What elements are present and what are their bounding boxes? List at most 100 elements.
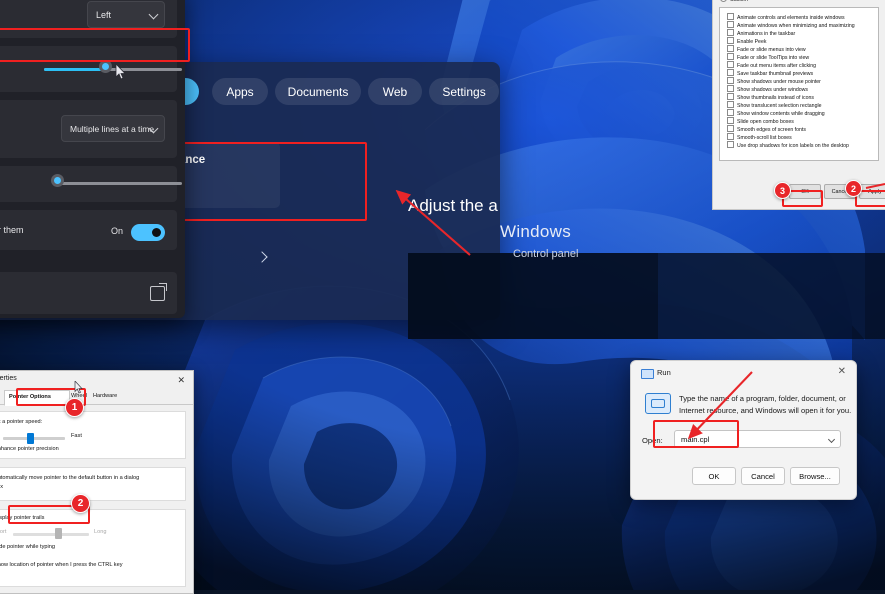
- pointer-speed-slider-knob[interactable]: [27, 433, 34, 444]
- settings-window: Left Multiple lines at a time r them On …: [0, 0, 185, 318]
- checkbox-icon[interactable]: [727, 21, 734, 28]
- snap-to-label-line2: box: [0, 484, 4, 490]
- run-dialog-icon: [645, 393, 671, 414]
- checkbox-row[interactable]: Animations in the taskbar: [727, 29, 795, 37]
- checkbox-row[interactable]: Animate controls and elements inside win…: [727, 13, 845, 21]
- checkbox-row[interactable]: Fade or slide menus into view: [727, 45, 806, 53]
- perf-apply-button[interactable]: Apply: [859, 184, 885, 199]
- search-tab-web-label: Web: [382, 84, 408, 99]
- run-titlebar-icon: [641, 369, 654, 379]
- settings-row-lines-to-scroll[interactable]: [0, 166, 182, 202]
- snap-to-label: Automatically move pointer to the defaul…: [0, 475, 140, 481]
- tab-hardware[interactable]: Hardware: [93, 393, 117, 399]
- perf-ok-button[interactable]: OK: [789, 184, 821, 199]
- custom-radio-row[interactable]: Custom: [720, 0, 748, 3]
- settings-row-external-link[interactable]: [0, 272, 177, 314]
- checkbox-row[interactable]: Smooth-scroll list boxes: [727, 133, 792, 141]
- checkbox-icon[interactable]: [727, 53, 734, 60]
- checkbox-icon[interactable]: [727, 45, 734, 52]
- lines-to-scroll-slider-knob[interactable]: [51, 174, 64, 187]
- checkbox-row[interactable]: Smooth edges of screen fonts: [727, 125, 806, 133]
- performance-options-dialog: Custom Animate controls and elements ins…: [712, 0, 885, 210]
- chevron-down-icon: [148, 9, 159, 20]
- checkbox-icon[interactable]: [727, 133, 734, 140]
- run-open-label: Open:: [642, 436, 663, 445]
- checkbox-icon[interactable]: [727, 61, 734, 68]
- search-tab-documents[interactable]: Documents: [275, 78, 361, 105]
- lines-to-scroll-slider[interactable]: [51, 174, 182, 187]
- run-ok-button[interactable]: OK: [692, 467, 736, 485]
- scroll-inactive-toggle[interactable]: [131, 224, 165, 241]
- checkbox-row[interactable]: Animate windows when minimizing and maxi…: [727, 21, 855, 29]
- run-open-input-value[interactable]: main.cpl: [681, 435, 709, 444]
- settings-row-cursor-speed[interactable]: [0, 46, 182, 92]
- checkbox-row[interactable]: Use drop shadows for icon labels on the …: [727, 141, 849, 149]
- checkbox-icon[interactable]: [727, 69, 734, 76]
- checkbox-row[interactable]: Enable Peek: [727, 37, 766, 45]
- close-icon[interactable]: ✕: [838, 366, 846, 377]
- cursor-speed-slider-knob[interactable]: [99, 60, 112, 73]
- checkbox-row[interactable]: Save taskbar thumbnail previews: [727, 69, 813, 77]
- run-dialog: Run ✕ Type the name of a program, folder…: [630, 360, 857, 500]
- settings-row-scroll-inactive[interactable]: r them On: [0, 210, 177, 250]
- run-cancel-button[interactable]: Cancel: [741, 467, 785, 485]
- scroll-wheel-dropdown[interactable]: Multiple lines at a time: [61, 115, 165, 142]
- scroll-inactive-label: r them: [0, 225, 24, 235]
- checkbox-row[interactable]: Show shadows under mouse pointer: [727, 77, 821, 85]
- search-tab-settings[interactable]: Settings: [429, 78, 499, 105]
- primary-button-dropdown[interactable]: Left: [87, 1, 165, 28]
- settings-row-scroll-wheel[interactable]: Multiple lines at a time: [0, 100, 177, 158]
- pointer-speed-label: Select a pointer speed:: [0, 419, 43, 425]
- long-label: Long: [94, 529, 107, 535]
- checkbox-row[interactable]: Show thumbnails instead of icons: [727, 93, 814, 101]
- run-open-combobox[interactable]: main.cpl: [674, 430, 841, 448]
- run-description-line2: Internet resource, and Windows will open…: [679, 406, 852, 415]
- checkbox-row[interactable]: Slide open combo boxes: [727, 117, 794, 125]
- checkbox-row[interactable]: Show translucent selection rectangle: [727, 101, 822, 109]
- search-tab-apps-label: Apps: [226, 84, 254, 99]
- checkbox-icon[interactable]: [727, 101, 734, 108]
- preview-windows-title: Windows: [500, 222, 572, 241]
- close-icon[interactable]: ✕: [177, 375, 185, 386]
- checkbox-icon[interactable]: [727, 13, 734, 20]
- pointer-speed-slider[interactable]: [3, 437, 65, 440]
- search-tab-web[interactable]: Web: [368, 78, 422, 105]
- pointer-trails-slider[interactable]: [13, 533, 89, 536]
- checkbox-icon[interactable]: [727, 109, 734, 116]
- run-dialog-title: Run: [657, 368, 671, 377]
- checkbox-icon[interactable]: [727, 141, 734, 148]
- annotation-badge-1: 1: [65, 398, 84, 417]
- checkbox-icon[interactable]: [727, 29, 734, 36]
- checkbox-row[interactable]: Show window contents while dragging: [727, 109, 825, 117]
- hide-pointer-label: Hide pointer while typing: [0, 544, 55, 550]
- chevron-down-icon[interactable]: [827, 435, 836, 444]
- visual-effects-list[interactable]: Animate controls and elements inside win…: [719, 7, 879, 161]
- search-tab-settings-label: Settings: [442, 84, 486, 99]
- cursor-speed-slider-fill: [44, 68, 105, 71]
- run-browse-button[interactable]: Browse...: [790, 467, 840, 485]
- checkbox-row[interactable]: Fade out menu items after clicking: [727, 61, 816, 69]
- short-label: Short: [0, 529, 7, 535]
- checkbox-row[interactable]: Show shadows under windows: [727, 85, 808, 93]
- checkbox-icon[interactable]: [727, 37, 734, 44]
- cursor-speed-slider[interactable]: [44, 60, 182, 73]
- annotation-badge-2-apply: 2: [845, 180, 862, 197]
- fast-label: Fast: [71, 433, 82, 439]
- checkbox-icon[interactable]: [727, 85, 734, 92]
- checkbox-icon[interactable]: [727, 77, 734, 84]
- search-tab-documents-label: Documents: [287, 84, 349, 99]
- checkbox-icon[interactable]: [727, 117, 734, 124]
- annotation-badge-2-trails: 2: [71, 494, 90, 513]
- radio-icon[interactable]: [720, 0, 727, 2]
- pointer-trails-slider-knob[interactable]: [55, 528, 62, 539]
- settings-row-primary-button[interactable]: Left: [0, 0, 177, 38]
- annotation-badge-3: 3: [774, 182, 791, 199]
- checkbox-icon[interactable]: [727, 93, 734, 100]
- display-pointer-trails-label: Display pointer trails: [0, 515, 45, 521]
- snap-to-group: [0, 467, 186, 501]
- checkbox-row[interactable]: Fade or slide ToolTips into view: [727, 53, 809, 61]
- search-tab-apps[interactable]: Apps: [212, 78, 268, 105]
- scroll-wheel-dropdown-value: Multiple lines at a time: [70, 123, 155, 134]
- tab-pointer-options[interactable]: Pointer Options: [4, 390, 70, 406]
- checkbox-icon[interactable]: [727, 125, 734, 132]
